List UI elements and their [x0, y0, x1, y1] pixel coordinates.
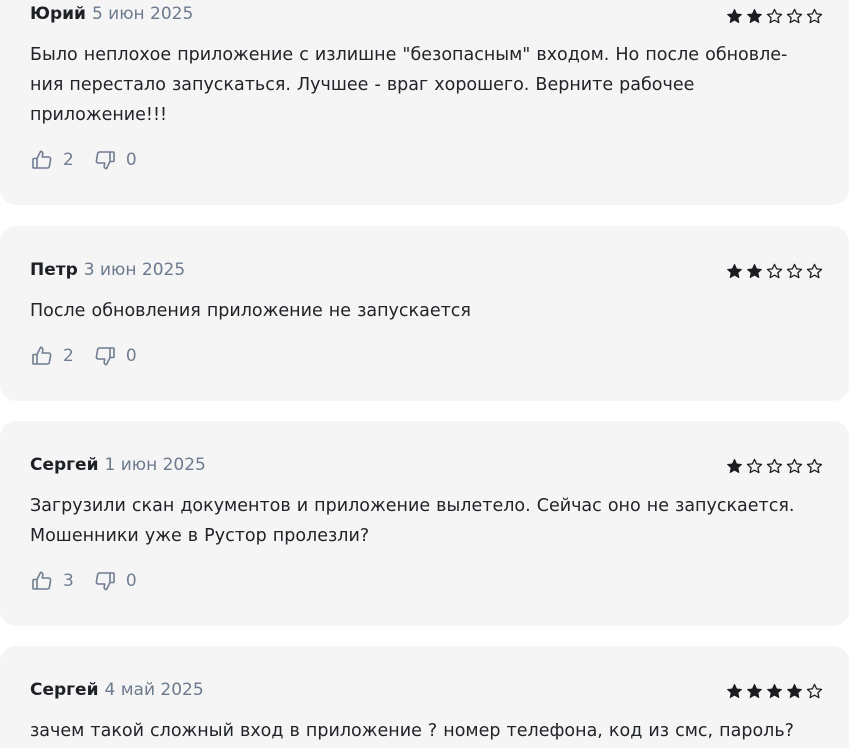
like-button[interactable]: 2	[30, 344, 74, 368]
star-filled-icon	[727, 263, 742, 279]
star-filled-icon	[787, 683, 802, 699]
review-rating	[726, 458, 823, 475]
review-text: После обновления приложение не запускает…	[30, 301, 471, 321]
star-outline-icon	[786, 458, 803, 474]
dislike-button[interactable]: 0	[93, 569, 137, 593]
review-card: Сергей 1 июн 2025 Загрузили скан документ…	[0, 421, 849, 626]
review-author: Петр	[30, 260, 78, 280]
review-text: зачем такой сложный вход в приложение ? …	[30, 721, 794, 741]
like-count: 2	[63, 346, 74, 366]
star-outline-icon	[766, 8, 783, 24]
review-date: 3 июн 2025	[83, 260, 186, 280]
like-count: 3	[63, 571, 74, 591]
star-outline-icon	[746, 458, 763, 474]
star-outline-icon	[786, 263, 803, 279]
like-button[interactable]: 2	[30, 148, 74, 172]
star-outline-icon	[806, 683, 823, 699]
thumbs-up-icon	[30, 569, 54, 593]
dislike-count: 0	[125, 571, 137, 591]
review-header: Петр 3 июн 2025	[30, 260, 185, 280]
like-count: 2	[63, 150, 74, 170]
thumbs-down-icon	[93, 569, 117, 593]
star-filled-icon	[767, 683, 782, 699]
star-outline-icon	[786, 8, 803, 24]
review-card: Сергей 4 май 2025 зачем такой сложный вхо…	[0, 646, 849, 748]
review-rating	[726, 263, 823, 280]
dislike-button[interactable]: 0	[93, 148, 137, 172]
review-author: Сергей	[30, 455, 99, 475]
thumbs-down-icon	[93, 148, 117, 172]
review-card: Юрий 5 июн 2025 Было неплохое приложение …	[0, 0, 849, 205]
review-author: Юрий	[30, 4, 86, 24]
review-text: Загрузили скан документов и приложение в…	[30, 496, 795, 546]
review-rating	[726, 8, 823, 25]
star-outline-icon	[766, 263, 783, 279]
star-filled-icon	[727, 683, 742, 699]
thumbs-down-icon	[93, 344, 117, 368]
review-votes: 3 0	[30, 569, 137, 593]
review-votes: 2 0	[30, 344, 137, 368]
star-outline-icon	[806, 263, 823, 279]
thumbs-up-icon	[30, 148, 54, 172]
review-votes: 2 0	[30, 148, 137, 172]
dislike-count: 0	[125, 150, 137, 170]
review-header: Юрий 5 июн 2025	[30, 4, 193, 24]
review-author: Сергей	[30, 680, 99, 700]
star-outline-icon	[806, 8, 823, 24]
review-rating	[726, 683, 823, 700]
star-filled-icon	[747, 683, 762, 699]
thumbs-up-icon	[30, 344, 54, 368]
review-card: Петр 3 июн 2025 После обновления приложен…	[0, 226, 849, 401]
star-filled-icon	[727, 458, 742, 474]
star-outline-icon	[766, 458, 783, 474]
dislike-button[interactable]: 0	[93, 344, 137, 368]
dislike-count: 0	[125, 346, 137, 366]
review-date: 4 май 2025	[104, 680, 204, 700]
star-outline-icon	[806, 458, 823, 474]
review-text: Было неплохое приложение с излишне "безо…	[30, 45, 788, 125]
like-button[interactable]: 3	[30, 569, 74, 593]
review-date: 5 июн 2025	[91, 4, 194, 24]
star-filled-icon	[727, 8, 742, 24]
star-filled-icon	[747, 263, 762, 279]
star-filled-icon	[747, 8, 762, 24]
review-date: 1 июн 2025	[104, 455, 206, 475]
review-header: Сергей 1 июн 2025	[30, 455, 206, 475]
review-header: Сергей 4 май 2025	[30, 680, 204, 700]
